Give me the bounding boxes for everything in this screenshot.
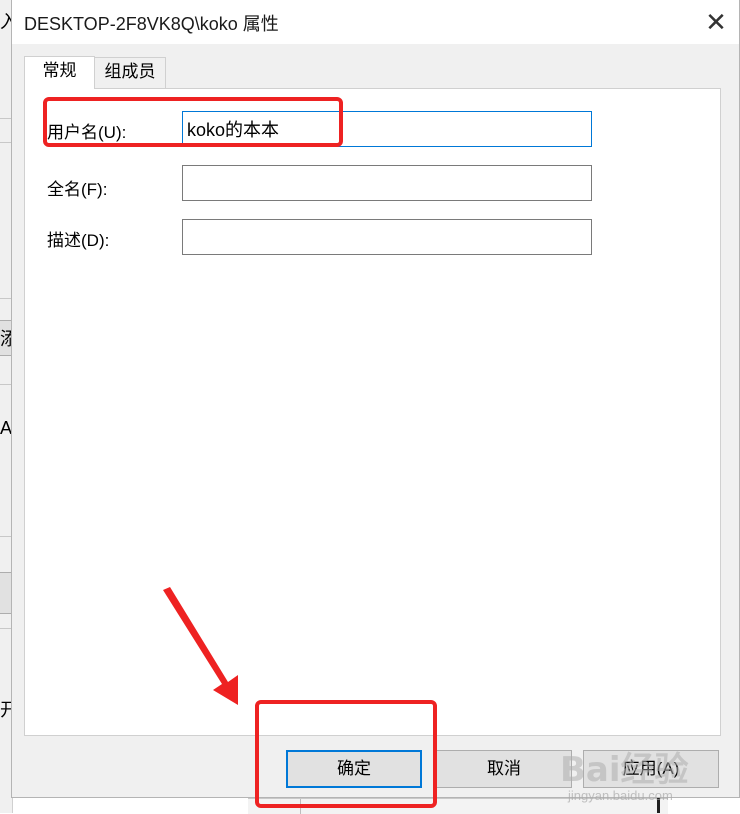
watermark-logo: Bai经验 — [560, 750, 689, 790]
baidu-jingyan-watermark: Bai经验 jingyan.baidu.com — [560, 722, 738, 812]
annotation-arrow-icon — [163, 587, 238, 705]
tab-general[interactable]: 常规 — [24, 56, 95, 89]
watermark-url: jingyan.baidu.com — [568, 788, 673, 803]
